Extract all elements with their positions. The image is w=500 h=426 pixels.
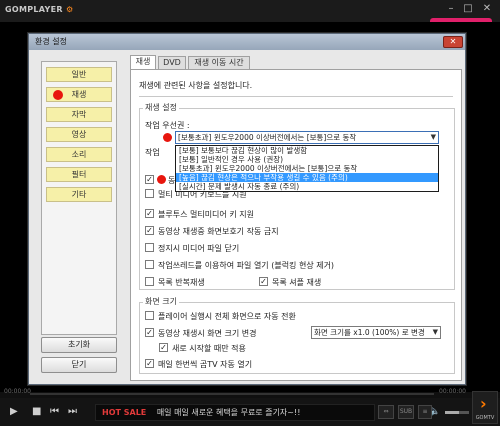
divider <box>139 96 453 97</box>
volume-slider[interactable] <box>445 411 469 414</box>
playback-group-title: 재생 설정 <box>143 102 179 113</box>
stop-icon[interactable]: ■ <box>32 406 41 417</box>
apply-on-start-label: 새로 시작할 때만 적용 <box>172 344 246 353</box>
bluetooth-key-checkbox[interactable]: ✓ <box>145 209 154 218</box>
close-button[interactable]: 닫기 <box>41 357 117 373</box>
panel-description: 재생에 관련된 사항을 설정합니다. <box>139 81 253 90</box>
priority-label: 작업 우선권 : <box>145 121 190 130</box>
annotation-marker-icon <box>163 133 172 142</box>
seek-track[interactable] <box>30 393 434 395</box>
player-titlebar: GOMPLAYER ⚙ – □ ✕ <box>0 0 500 22</box>
dialog-close-button[interactable]: ✕ <box>443 36 463 48</box>
chevron-down-icon: ▼ <box>432 328 438 336</box>
sidebar-item-other[interactable]: 기타 <box>46 187 112 202</box>
sidebar-item-label: 영상 <box>71 130 87 139</box>
priority-select[interactable]: [보통초과] 윈도우2000 이상버전에서는 [보통]으로 동작 ▼ <box>175 131 439 144</box>
volume-fill <box>445 411 460 414</box>
subtitle-button[interactable]: SUB <box>398 405 414 419</box>
chevron-right-icon: › <box>480 394 487 413</box>
priority-dropdown-list: [보통] 보통보다 끊김 현상이 많이 발생함 [보통] 일반적인 경우 사용 … <box>175 145 439 192</box>
prev-icon[interactable]: ⏮ <box>50 406 59 417</box>
priority-option[interactable]: [보통] 일반적인 경우 사용 (권장) <box>176 155 438 164</box>
screensaver-block-label: 동영상 재생중 화면보호기 작동 금지 <box>158 227 279 236</box>
sidebar-item-label: 재생 <box>71 90 87 99</box>
resize-on-play-checkbox[interactable]: ✓ <box>145 328 154 337</box>
tab-playback[interactable]: 재생 <box>130 55 156 70</box>
seek-bar[interactable]: 00:00:00 00:00:00 <box>0 388 470 398</box>
list-repeat-checkbox[interactable] <box>145 277 154 286</box>
sidebar-item-label: 일반 <box>71 70 87 79</box>
auto-fullscreen-checkbox[interactable] <box>145 311 154 320</box>
minimize-icon[interactable]: – <box>444 3 458 14</box>
time-current: 00:00:00 <box>4 388 31 395</box>
sidebar-item-audio[interactable]: 소리 <box>46 147 112 162</box>
list-shuffle-checkbox[interactable]: ✓ <box>259 277 268 286</box>
dialog-title: 환경 설정 <box>29 34 465 50</box>
priority-option[interactable]: [보통] 보통보다 끊김 현상이 많이 발생함 <box>176 146 438 155</box>
sidebar-item-playback[interactable]: 재생 <box>46 87 112 102</box>
sidebar-item-label: 자막 <box>71 110 87 119</box>
list-repeat-label: 목록 반복재생 <box>158 278 205 287</box>
gomtv-daily-checkbox[interactable]: ✓ <box>145 359 154 368</box>
sidebar-item-filter[interactable]: 필터 <box>46 167 112 182</box>
chevron-down-icon: ▼ <box>430 133 436 141</box>
gomtv-button[interactable]: › GOMTV <box>472 391 498 424</box>
priority-option-highlighted[interactable]: [높음] 끊김 현상은 적으나 부작용 생길 수 있음 (주의) <box>176 173 438 182</box>
list-shuffle-label: 목록 셔플 재생 <box>272 278 322 287</box>
reset-button[interactable]: 초기화 <box>41 337 117 353</box>
screensaver-block-checkbox[interactable]: ✓ <box>145 226 154 235</box>
settings-sidebar: 일반 재생 자막 영상 소리 필터 기타 <box>41 61 117 335</box>
playback-settings-panel: 재생에 관련된 사항을 설정합니다. 재생 설정 작업 우선권 : [보통초과]… <box>130 69 462 381</box>
maximize-icon[interactable]: □ <box>461 3 475 14</box>
sidebar-item-general[interactable]: 일반 <box>46 67 112 82</box>
play-icon[interactable]: ▶ <box>10 406 18 417</box>
second-select-label: 작업 <box>145 148 160 157</box>
tab-seek-time[interactable]: 재생 이동 시간 <box>188 56 250 70</box>
thread-open-checkbox[interactable] <box>145 260 154 269</box>
sidebar-item-label: 기타 <box>71 190 87 199</box>
sidebar-item-subtitle[interactable]: 자막 <box>46 107 112 122</box>
ticker-bar[interactable]: HOT SALE 매일 매일 새로운 혜택을 무료로 즐기자~!! <box>95 404 375 421</box>
bluetooth-key-label: 블루투스 멀티미디어 키 지원 <box>158 210 254 219</box>
screen-size-select[interactable]: 화면 크기를 x1.0 (100%) 로 변경 ▼ <box>311 326 441 339</box>
screen-size-group-title: 화면 크기 <box>143 296 179 307</box>
sidebar-item-label: 필터 <box>71 170 87 179</box>
gomtv-daily-label: 매일 한번씩 곰TV 자동 열기 <box>158 360 253 369</box>
playlist-icon[interactable]: ≡ <box>418 405 432 419</box>
priority-option[interactable]: [실시간] 문제 발생시 자동 종료 (주의) <box>176 182 438 191</box>
auto-fullscreen-label: 플레이어 실행시 전체 화면으로 자동 전환 <box>158 312 296 321</box>
screen-ratio-icon[interactable]: ⇔ <box>378 405 394 419</box>
close-icon[interactable]: ✕ <box>480 3 494 14</box>
apply-on-start-checkbox[interactable]: ✓ <box>159 343 168 352</box>
annotation-marker-icon <box>157 175 166 184</box>
thread-open-label: 작업쓰레드를 이용하여 파일 열기 (블럭킹 현상 제거) <box>158 261 335 270</box>
player-logo-text: GOMPLAYER <box>5 5 63 14</box>
option-checkbox[interactable]: ✓ <box>145 175 154 184</box>
resize-on-play-label: 동영상 재생시 화면 크기 변경 <box>158 329 257 338</box>
time-total: 00:00:00 <box>439 388 466 395</box>
close-on-stop-checkbox[interactable] <box>145 243 154 252</box>
ticker-text: 매일 매일 새로운 혜택을 무료로 즐기자~!! <box>156 408 301 417</box>
multimedia-keyboard-checkbox[interactable] <box>145 189 154 198</box>
gomtv-label: GOMTV <box>475 415 495 421</box>
priority-option[interactable]: [보통초과] 윈도우2000 이상버전에서는 [보통]으로 동작 <box>176 164 438 173</box>
screen-size-select-value: 화면 크기를 x1.0 (100%) 로 변경 <box>314 328 425 337</box>
settings-dialog: 환경 설정 ✕ 일반 재생 자막 영상 소리 필터 기타 초기화 닫기 재생 D… <box>28 33 466 385</box>
close-on-stop-label: 정지시 미디어 파일 닫기 <box>158 244 240 253</box>
settings-gear-icon[interactable]: ⚙ <box>66 5 73 14</box>
priority-select-value: [보통초과] 윈도우2000 이상버전에서는 [보통]으로 동작 <box>178 133 357 142</box>
selected-marker-icon <box>53 90 63 100</box>
player-logo: GOMPLAYER ⚙ <box>5 5 73 14</box>
tab-dvd[interactable]: DVD <box>158 56 186 70</box>
next-icon[interactable]: ⏭ <box>68 406 77 417</box>
ticker-tag: HOT SALE <box>102 408 147 417</box>
sidebar-item-video[interactable]: 영상 <box>46 127 112 142</box>
sidebar-item-label: 소리 <box>71 150 87 159</box>
